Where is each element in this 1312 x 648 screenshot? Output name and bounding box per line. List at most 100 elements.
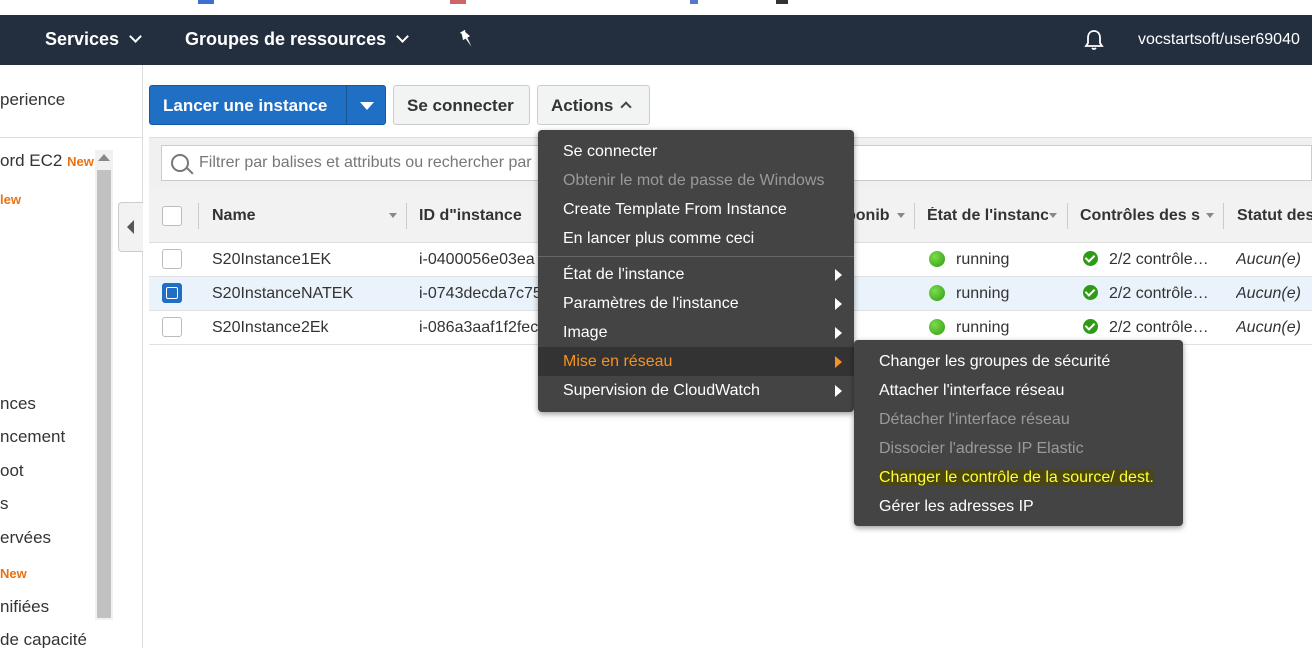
row-checkbox[interactable] (162, 283, 182, 303)
column-separator (914, 203, 915, 229)
services-menu[interactable]: Services (45, 29, 142, 50)
status-checks: 2/2 contrôle… (1109, 285, 1209, 302)
sidebar-item-planned[interactable]: nifiées (0, 597, 49, 617)
new-badge: lew (0, 192, 21, 207)
submenu-arrow-icon (835, 298, 842, 310)
menu-item-change-security-groups[interactable]: Changer les groupes de sécurité (854, 347, 1183, 376)
sidebar-item-spot[interactable]: oot (0, 461, 24, 481)
menu-item-label: Paramètres de l'instance (563, 295, 739, 312)
sidebar-item-reserved[interactable]: ervées (0, 528, 51, 548)
submenu-arrow-icon (835, 269, 842, 281)
menu-divider (538, 256, 854, 257)
status-checks: 2/2 contrôle… (1109, 319, 1209, 336)
account-menu[interactable]: vocstartsoft/user69040 (1138, 31, 1300, 49)
chevron-up-icon (620, 101, 633, 113)
sort-icon[interactable] (1049, 213, 1057, 218)
sidebar-scrollbar-thumb[interactable] (97, 170, 111, 618)
pin-icon[interactable] (458, 29, 476, 54)
sidebar-item-new-2[interactable]: New (0, 563, 27, 583)
bookmark-icon (776, 0, 788, 4)
sidebar: perience ord EC2 New lew nces ncement oo… (0, 65, 143, 648)
column-separator (1067, 203, 1068, 229)
actions-text: Actions (551, 96, 614, 115)
new-badge: New (67, 154, 94, 169)
browser-bookmarks-strip (0, 0, 1312, 16)
running-status-icon (929, 251, 945, 267)
menu-item-attach-network-interface[interactable]: Attacher l'interface réseau (854, 376, 1183, 405)
submenu-arrow-icon (835, 356, 842, 368)
resource-groups-menu[interactable]: Groupes de ressources (185, 29, 409, 50)
status-checks: 2/2 contrôle… (1109, 251, 1209, 268)
bell-icon[interactable] (1084, 29, 1104, 56)
sidebar-collapse-button[interactable] (118, 202, 143, 252)
caret-down-icon[interactable] (360, 102, 374, 110)
sidebar-item-instances[interactable]: nces (0, 394, 36, 414)
instance-state: running (956, 285, 1010, 302)
resource-groups-label: Groupes de ressources (185, 29, 387, 49)
button-divider (346, 86, 347, 124)
instance-state: running (956, 251, 1010, 268)
search-icon (171, 154, 189, 172)
column-separator (406, 203, 407, 229)
menu-item-connect[interactable]: Se connecter (538, 137, 854, 166)
instance-name: S20Instance2Ek (212, 319, 329, 336)
connect-button[interactable]: Se connecter (393, 85, 530, 125)
sort-icon[interactable] (1206, 213, 1214, 218)
menu-item-networking[interactable]: Mise en réseau (538, 347, 854, 376)
highlighted-label: Changer le contrôle de la source/ dest. (879, 469, 1154, 486)
bookmark-icon (198, 0, 214, 4)
alarm-status: Aucun(e) (1236, 319, 1301, 336)
menu-item-change-source-dest-check[interactable]: Changer le contrôle de la source/ dest. (854, 463, 1183, 492)
column-header-name[interactable]: Name (212, 207, 256, 225)
sidebar-item-s[interactable]: s (0, 494, 9, 514)
menu-item-manage-ip-addresses[interactable]: Gérer les adresses IP (854, 492, 1183, 521)
alarm-status: Aucun(e) (1236, 251, 1301, 268)
actions-label: Actions (551, 96, 633, 116)
select-all-checkbox[interactable] (162, 206, 182, 226)
sidebar-item-experience[interactable]: perience (0, 90, 65, 110)
sidebar-item-launch[interactable]: ncement (0, 427, 65, 447)
menu-item-label: Mise en réseau (563, 353, 673, 370)
menu-item-image[interactable]: Image (538, 318, 854, 347)
menu-item-launch-more-like-this[interactable]: En lancer plus comme ceci (538, 224, 854, 253)
menu-item-cloudwatch[interactable]: Supervision de CloudWatch (538, 376, 854, 405)
menu-item-instance-state[interactable]: État de l'instance (538, 260, 854, 289)
networking-submenu: Changer les groupes de sécurité Attacher… (854, 340, 1183, 526)
sort-icon[interactable] (389, 213, 397, 218)
check-icon (1083, 319, 1098, 334)
row-checkbox[interactable] (162, 249, 182, 269)
menu-item-detach-network-interface: Détacher l'interface réseau (879, 411, 1070, 428)
services-label: Services (45, 29, 120, 49)
menu-item-instance-settings[interactable]: Paramètres de l'instance (538, 289, 854, 318)
launch-instance-button[interactable]: Lancer une instance (149, 85, 386, 125)
check-icon (1083, 251, 1098, 266)
alarm-status: Aucun(e) (1236, 285, 1301, 302)
column-header-alarm-status[interactable]: Statut des (1237, 207, 1312, 225)
submenu-arrow-icon (835, 385, 842, 397)
menu-item-label: Supervision de CloudWatch (563, 382, 760, 399)
column-header-instance-state[interactable]: État de l'instanc (927, 207, 1048, 225)
instance-name: S20Instance1EK (212, 251, 332, 268)
bookmark-icon (690, 0, 698, 4)
launch-instance-label: Lancer une instance (163, 96, 328, 115)
running-status-icon (929, 319, 945, 335)
column-header-instance-id[interactable]: ID d"instance (419, 207, 539, 225)
actions-button[interactable]: Actions (537, 85, 650, 125)
menu-item-get-windows-password: Obtenir le mot de passe de Windows (563, 172, 825, 189)
sidebar-item-dashboard[interactable]: ord EC2 New (0, 151, 94, 171)
sidebar-item-capacity[interactable]: de capacité (0, 630, 87, 648)
row-checkbox[interactable] (162, 317, 182, 337)
menu-item-create-template[interactable]: Create Template From Instance (538, 195, 854, 224)
actions-dropdown-menu: Se connecter Obtenir le mot de passe de … (538, 130, 854, 412)
sidebar-item-label: ord EC2 (0, 151, 63, 170)
column-header-status-checks[interactable]: Contrôles des s (1080, 207, 1204, 225)
menu-item-label: Image (563, 324, 608, 341)
sidebar-item-new[interactable]: lew (0, 189, 21, 209)
column-separator (198, 203, 199, 229)
instance-name: S20InstanceNATEK (212, 285, 354, 302)
top-navigation-bar: Services Groupes de ressources vocstarts… (0, 15, 1312, 65)
sort-icon[interactable] (897, 213, 905, 218)
chevron-down-icon (129, 30, 142, 43)
sidebar-divider (0, 137, 142, 138)
scroll-up-arrow-icon[interactable] (98, 154, 110, 161)
